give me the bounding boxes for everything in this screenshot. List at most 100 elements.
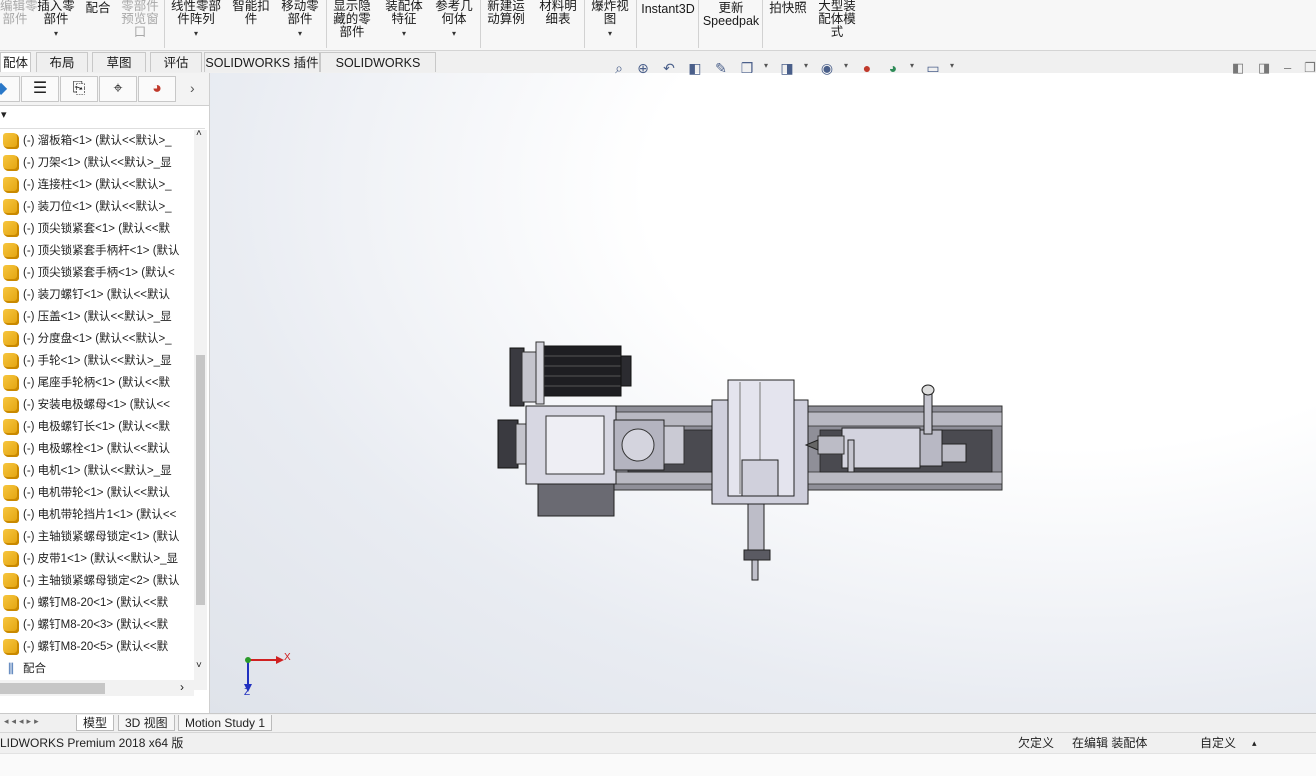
tab-navigation-icons[interactable]: ◂◂◂▸▸ <box>4 716 42 727</box>
configuration-manager-tab-icon[interactable]: ⎘ <box>60 76 98 102</box>
display-manager-tab-icon[interactable]: ◕ <box>138 76 176 102</box>
chevron-right-icon[interactable]: › <box>190 80 195 96</box>
tab-solidworks-addins[interactable]: SOLIDWORKS 插件 <box>204 52 320 72</box>
scroll-down-icon[interactable]: ˅ <box>196 660 202 671</box>
take-snapshot-button[interactable]: 拍快照 <box>766 2 810 15</box>
tree-item[interactable]: (-) 电机带轮挡片1<1> (默认<< <box>0 504 194 526</box>
new-motion-study-button[interactable]: 新建运 动算例 <box>484 0 528 26</box>
view-settings-icon[interactable]: ▭ <box>924 59 942 77</box>
tree-item[interactable]: (-) 刀架<1> (默认<<默认>_显 <box>0 152 194 174</box>
reference-geometry-button[interactable]: 参考几 何体 ▾ <box>432 0 476 40</box>
scroll-up-icon[interactable]: ˄ <box>196 128 202 139</box>
tree-item[interactable]: (-) 手轮<1> (默认<<默认>_显 <box>0 350 194 372</box>
feature-tree[interactable]: (-) 溜板箱<1> (默认<<默认>_ (-) 刀架<1> (默认<<默认>_显… <box>0 130 194 690</box>
tree-item[interactable]: (-) 电极螺钉长<1> (默认<<默 <box>0 416 194 438</box>
tree-item-mates[interactable]: ⫼ 配合 <box>0 658 194 680</box>
display-style-icon[interactable]: ◨ <box>778 59 796 77</box>
part-icon <box>3 286 19 303</box>
tile-left-icon[interactable]: ◧ <box>1232 60 1244 76</box>
exploded-view-button[interactable]: 爆炸视 图 ▾ <box>588 0 632 40</box>
zoom-to-area-icon[interactable]: ⊕ <box>634 59 652 77</box>
tree-item[interactable]: (-) 尾座手轮柄<1> (默认<<默 <box>0 372 194 394</box>
graphics-area[interactable]: X Z <box>209 73 1316 713</box>
tree-item[interactable]: (-) 主轴锁紧螺母锁定<2> (默认 <box>0 570 194 592</box>
tree-item[interactable]: (-) 电机带轮<1> (默认<<默认 <box>0 482 194 504</box>
view-orientation-dropdown-icon[interactable]: ▾ <box>764 61 768 70</box>
show-hidden-components-button[interactable]: 显示隐 藏的零 部件 <box>330 0 374 39</box>
tree-item[interactable]: (-) 皮带1<1> (默认<<默认>_显 <box>0 548 194 570</box>
filter-icon[interactable]: ▾ <box>1 108 7 121</box>
tab-layout[interactable]: 布局 <box>36 52 88 72</box>
bill-of-materials-button[interactable]: 材料明 细表 <box>536 0 580 26</box>
restore-icon[interactable]: ❐ <box>1304 60 1316 76</box>
part-icon <box>3 176 19 193</box>
insert-components-button[interactable]: 插入零 部件 ▾ <box>34 0 78 40</box>
tree-item[interactable]: (-) 分度盘<1> (默认<<默认>_ <box>0 328 194 350</box>
tree-item[interactable]: (-) 螺钉M8-20<3> (默认<<默 <box>0 614 194 636</box>
tree-item[interactable]: (-) 溜板箱<1> (默认<<默认>_ <box>0 130 194 152</box>
lathe-model[interactable] <box>209 73 1316 713</box>
partial-toolbar-strip <box>0 753 1316 776</box>
hide-show-icon[interactable]: ◉ <box>818 59 836 77</box>
edit-component-button[interactable]: 编辑零 部件 <box>0 0 38 26</box>
tree-scroll-thumb[interactable] <box>196 355 205 605</box>
tree-item[interactable]: (-) 安装电极螺母<1> (默认<< <box>0 394 194 416</box>
tree-item[interactable]: (-) 螺钉M8-20<1> (默认<<默 <box>0 592 194 614</box>
scroll-right-icon[interactable]: › <box>180 680 184 694</box>
tree-item[interactable]: (-) 主轴锁紧螺母锁定<1> (默认 <box>0 526 194 548</box>
view-settings-dropdown-icon[interactable]: ▾ <box>950 61 954 70</box>
apply-scene-dropdown-icon[interactable]: ▾ <box>910 61 914 70</box>
property-manager-tab-icon[interactable]: ☰ <box>21 76 59 102</box>
tile-right-icon[interactable]: ◨ <box>1258 60 1270 76</box>
tree-item[interactable]: (-) 装刀螺钉<1> (默认<<默认 <box>0 284 194 306</box>
mate-button[interactable]: 配合 <box>82 2 114 15</box>
tree-item-label: 配合 <box>23 663 46 675</box>
tab-motion-study[interactable]: Motion Study 1 <box>178 715 273 731</box>
minimize-icon[interactable]: – <box>1284 60 1291 75</box>
dimxpert-manager-tab-icon[interactable]: ⌖ <box>99 76 137 102</box>
section-view-icon[interactable]: ◧ <box>686 59 704 77</box>
units-caret-icon[interactable]: ▴ <box>1252 733 1257 753</box>
zoom-to-fit-icon[interactable]: ⌕ <box>610 59 628 77</box>
tree-item[interactable]: (-) 连接柱<1> (默认<<默认>_ <box>0 174 194 196</box>
tree-item[interactable]: (-) 压盖<1> (默认<<默认>_显 <box>0 306 194 328</box>
tree-item[interactable]: (-) 装刀位<1> (默认<<默认>_ <box>0 196 194 218</box>
linear-component-pattern-button[interactable]: 线性零部 件阵列 ▾ <box>168 0 224 40</box>
tree-item-label: (-) 尾座手轮柄<1> (默认<<默 <box>23 377 170 389</box>
instant3d-button[interactable]: Instant3D <box>640 3 696 16</box>
tree-item[interactable]: (-) 顶尖锁紧套手柄<1> (默认< <box>0 262 194 284</box>
update-speedpak-button[interactable]: 更新 Speedpak <box>702 2 760 28</box>
apply-scene-icon[interactable]: ◕ <box>884 59 902 77</box>
custom-units[interactable]: 自定义 <box>1200 733 1236 753</box>
previous-view-icon[interactable]: ↶ <box>660 59 678 77</box>
move-component-button[interactable]: 移动零 部件 ▾ <box>278 0 322 40</box>
tree-item[interactable]: (-) 电极螺栓<1> (默认<<默认 <box>0 438 194 460</box>
smart-fasteners-button[interactable]: 智能扣 件 <box>230 0 272 26</box>
large-assembly-mode-button[interactable]: 大型装 配体模 式 <box>814 0 860 39</box>
hide-show-dropdown-icon[interactable]: ▾ <box>844 61 848 70</box>
part-icon <box>3 418 19 435</box>
tab-model[interactable]: 模型 <box>76 715 115 731</box>
tab-sketch[interactable]: 草图 <box>92 52 146 72</box>
feature-manager-tab-icon[interactable]: ◆ <box>0 76 20 102</box>
tab-solidworks-mbd[interactable]: SOLIDWORKS MBD <box>320 52 436 90</box>
view-orientation-icon[interactable]: ❒ <box>738 59 756 77</box>
tree-item[interactable]: (-) 电机<1> (默认<<默认>_显 <box>0 460 194 482</box>
display-style-dropdown-icon[interactable]: ▾ <box>804 61 808 70</box>
part-icon <box>3 440 19 457</box>
edit-appearance-icon[interactable]: ● <box>858 59 876 77</box>
assembly-features-button[interactable]: 装配体 特征 ▾ <box>382 0 426 40</box>
tree-hscroll-thumb[interactable] <box>0 683 105 694</box>
mates-icon: ⫼ <box>8 660 14 676</box>
tab-3d-view[interactable]: 3D 视图 <box>118 715 175 731</box>
tree-filter-bar[interactable]: ▾ <box>0 106 205 129</box>
tree-item[interactable]: (-) 顶尖锁紧套<1> (默认<<默 <box>0 218 194 240</box>
tab-assembly[interactable]: 配体 <box>0 52 31 72</box>
tab-evaluate[interactable]: 评估 <box>150 52 202 72</box>
tree-vertical-scrollbar[interactable]: ˄ ˅ <box>194 128 207 690</box>
tree-item[interactable]: (-) 螺钉M8-20<5> (默认<<默 <box>0 636 194 658</box>
tree-item[interactable]: (-) 顶尖锁紧套手柄杆<1> (默认 <box>0 240 194 262</box>
dynamic-annotation-icon[interactable]: ✎ <box>712 59 730 77</box>
tree-horizontal-scrollbar[interactable]: › <box>0 680 194 696</box>
component-preview-window-button[interactable]: 零部件 预览窗 口 <box>118 0 162 39</box>
